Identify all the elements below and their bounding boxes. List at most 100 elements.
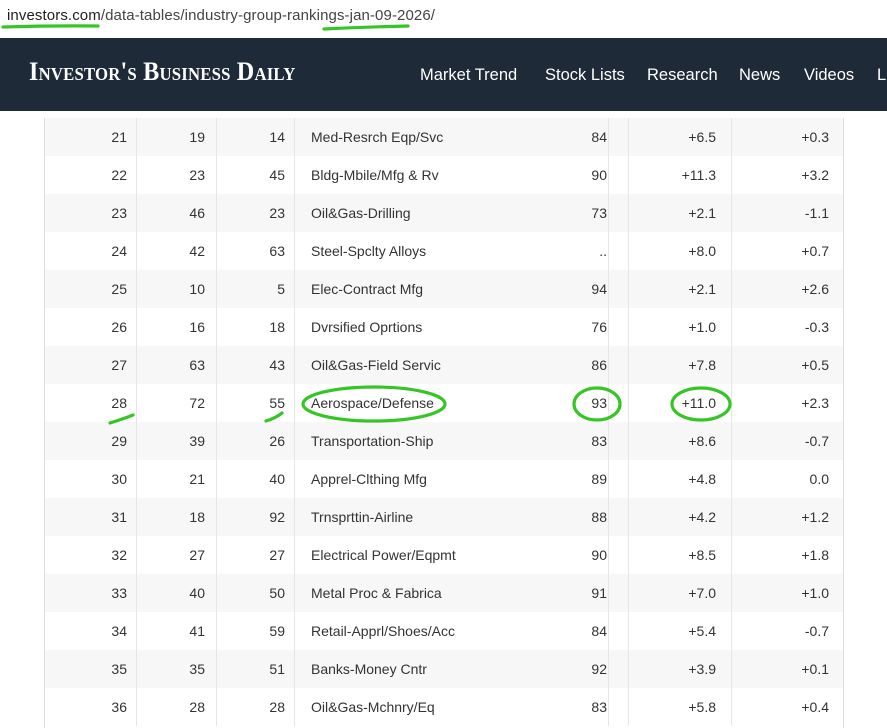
group-name-cell[interactable]: Electrical Power/Eqpmt bbox=[295, 536, 609, 574]
rank-6-weeks-ago-cell: 59 bbox=[217, 612, 295, 650]
rank-last-week-cell: 72 bbox=[137, 384, 217, 422]
rank-last-week-cell: 39 bbox=[137, 422, 217, 460]
table-row: 27 63 43 Oil&Gas-Field Servic 86 +7.8 +0.5 bbox=[45, 346, 843, 384]
address-bar[interactable]: investors.com/data-tables/industry-group… bbox=[0, 0, 887, 38]
ytd-change-cell: +2.1 bbox=[629, 270, 732, 308]
ytd-change-cell: +2.1 bbox=[629, 194, 732, 232]
rank-this-week-cell: 21 bbox=[45, 118, 137, 156]
nav-more[interactable]: L bbox=[877, 66, 886, 85]
group-name-cell[interactable]: Steel-Spclty Alloys bbox=[295, 232, 609, 270]
daily-change-cell: -0.7 bbox=[804, 433, 829, 449]
daily-change-cell: -0.7 bbox=[804, 623, 829, 639]
rank-last-week-cell: 46 bbox=[137, 194, 217, 232]
table-row: 32 27 27 Electrical Power/Eqpmt 90 +8.5 +1.8 bbox=[45, 536, 843, 574]
table-row: 22 23 45 Bldg-Mbile/Mfg & Rv 90 +11.3 +3.2 bbox=[45, 156, 843, 194]
daily-change-cell: +1.8 bbox=[801, 547, 829, 563]
group-name-cell[interactable]: Bldg-Mbile/Mfg & Rv bbox=[295, 156, 609, 194]
ytd-change-cell: +7.8 bbox=[629, 346, 732, 384]
rank-last-week-cell: 42 bbox=[137, 232, 217, 270]
ytd-change-cell: +6.5 bbox=[629, 118, 732, 156]
group-name-cell[interactable]: Apprel-Clthing Mfg bbox=[295, 460, 609, 498]
daily-change-cell: +0.4 bbox=[801, 699, 829, 715]
rank-6-weeks-ago-cell: 14 bbox=[217, 118, 295, 156]
url-text: investors.com/data-tables/industry-group… bbox=[7, 7, 435, 24]
ytd-change-cell: +11.3 bbox=[629, 156, 732, 194]
site-header: Investor's Business Daily Market Trend S… bbox=[0, 38, 887, 111]
group-name-cell[interactable]: Oil&Gas-Mchnry/Eq bbox=[295, 688, 609, 726]
rank-last-week-cell: 28 bbox=[137, 688, 217, 726]
rank-6-weeks-ago-cell: 45 bbox=[217, 156, 295, 194]
ytd-change-cell: +4.2 bbox=[629, 498, 732, 536]
table-row: 29 39 26 Transportation-Ship 83 +8.6 -0.7 bbox=[45, 422, 843, 460]
nav-news[interactable]: News bbox=[739, 66, 780, 85]
url-path: /data-tables/industry-group-rankings-jan… bbox=[100, 7, 436, 24]
rank-this-week-cell: 36 bbox=[45, 688, 137, 726]
url-domain: investors.com bbox=[7, 7, 101, 24]
ytd-change-cell: +11.0 bbox=[629, 384, 732, 422]
table-row: 36 28 28 Oil&Gas-Mchnry/Eq 83 +5.8 +0.4 bbox=[45, 688, 843, 726]
group-name-cell[interactable]: Aerospace/Defense bbox=[295, 384, 609, 422]
ytd-change-cell: +3.9 bbox=[629, 650, 732, 688]
rank-this-week-cell: 27 bbox=[45, 346, 137, 384]
rank-this-week-cell: 30 bbox=[45, 460, 137, 498]
daily-change-cell: -0.3 bbox=[804, 319, 829, 335]
group-name-cell[interactable]: Elec-Contract Mfg bbox=[295, 270, 609, 308]
ytd-change-cell: +1.0 bbox=[629, 308, 732, 346]
rank-last-week-cell: 27 bbox=[137, 536, 217, 574]
rank-6-weeks-ago-cell: 55 bbox=[217, 384, 295, 422]
rank-last-week-cell: 21 bbox=[137, 460, 217, 498]
rank-this-week-cell: 24 bbox=[45, 232, 137, 270]
group-name-cell[interactable]: Metal Proc & Fabrica bbox=[295, 574, 609, 612]
daily-change-cell: +0.3 bbox=[801, 129, 829, 145]
group-name-cell[interactable]: Oil&Gas-Drilling bbox=[295, 194, 609, 232]
main-nav: Market Trend Stock Lists Research News V… bbox=[0, 66, 887, 90]
table-row: 21 19 14 Med-Resrch Eqp/Svc 84 +6.5 +0.3 bbox=[45, 118, 843, 156]
nav-market-trend[interactable]: Market Trend bbox=[420, 66, 517, 85]
table-row: 33 40 50 Metal Proc & Fabrica 91 +7.0 +1.0 bbox=[45, 574, 843, 612]
rank-this-week-cell: 32 bbox=[45, 536, 137, 574]
daily-change-cell: +0.1 bbox=[801, 661, 829, 677]
daily-change-cell: -1.1 bbox=[804, 205, 829, 221]
rank-last-week-cell: 40 bbox=[137, 574, 217, 612]
daily-change-cell: +0.7 bbox=[801, 243, 829, 259]
rank-this-week-cell: 28 bbox=[45, 384, 137, 422]
ytd-change-cell: +8.6 bbox=[629, 422, 732, 460]
nav-videos[interactable]: Videos bbox=[804, 66, 854, 85]
daily-change-cell: +2.3 bbox=[801, 395, 829, 411]
rank-6-weeks-ago-cell: 27 bbox=[217, 536, 295, 574]
group-name-cell[interactable]: Banks-Money Cntr bbox=[295, 650, 609, 688]
ytd-change-cell: +8.5 bbox=[629, 536, 732, 574]
daily-change-cell: +0.5 bbox=[801, 357, 829, 373]
rank-this-week-cell: 25 bbox=[45, 270, 137, 308]
rank-6-weeks-ago-cell: 40 bbox=[217, 460, 295, 498]
group-name-cell[interactable]: Med-Resrch Eqp/Svc bbox=[295, 118, 609, 156]
nav-research[interactable]: Research bbox=[647, 66, 718, 85]
table-row: 24 42 63 Steel-Spclty Alloys.. +8.0 +0.7 bbox=[45, 232, 843, 270]
group-name-cell[interactable]: Oil&Gas-Field Servic bbox=[295, 346, 609, 384]
ytd-change-cell: +8.0 bbox=[629, 232, 732, 270]
rank-this-week-cell: 34 bbox=[45, 612, 137, 650]
rank-6-weeks-ago-cell: 50 bbox=[217, 574, 295, 612]
group-name-cell[interactable]: Retail-Apprl/Shoes/Acc bbox=[295, 612, 609, 650]
group-name-cell[interactable]: Dvrsified Oprtions bbox=[295, 308, 609, 346]
nav-stock-lists[interactable]: Stock Lists bbox=[545, 66, 625, 85]
table-row: 34 41 59 Retail-Apprl/Shoes/Acc 84 +5.4 -0.7 bbox=[45, 612, 843, 650]
rank-6-weeks-ago-cell: 18 bbox=[217, 308, 295, 346]
daily-change-cell: +1.2 bbox=[801, 509, 829, 525]
table-row: 26 16 18 Dvrsified Oprtions 76 +1.0 -0.3 bbox=[45, 308, 843, 346]
rank-6-weeks-ago-cell: 28 bbox=[217, 688, 295, 726]
rank-last-week-cell: 63 bbox=[137, 346, 217, 384]
group-name-cell[interactable]: Transportation-Ship bbox=[295, 422, 609, 460]
rank-last-week-cell: 41 bbox=[137, 612, 217, 650]
group-name-cell[interactable]: Trnsprttin-Airline bbox=[295, 498, 609, 536]
rank-last-week-cell: 10 bbox=[137, 270, 217, 308]
rank-last-week-cell: 16 bbox=[137, 308, 217, 346]
table-row: 35 35 51 Banks-Money Cntr 92 +3.9 +0.1 bbox=[45, 650, 843, 688]
daily-change-cell: +3.2 bbox=[801, 167, 829, 183]
rank-last-week-cell: 35 bbox=[137, 650, 217, 688]
rank-6-weeks-ago-cell: 51 bbox=[217, 650, 295, 688]
rank-6-weeks-ago-cell: 43 bbox=[217, 346, 295, 384]
ytd-change-cell: +5.8 bbox=[629, 688, 732, 726]
rank-this-week-cell: 31 bbox=[45, 498, 137, 536]
rank-last-week-cell: 18 bbox=[137, 498, 217, 536]
